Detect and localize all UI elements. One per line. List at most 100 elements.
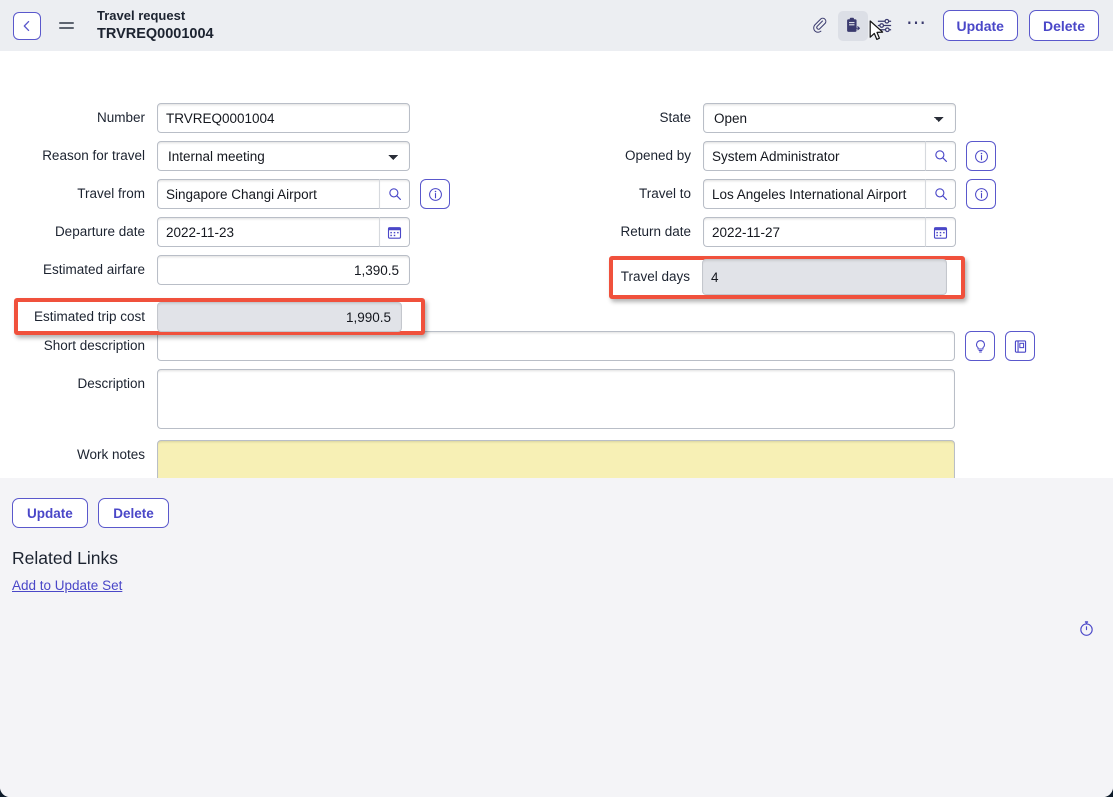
attachment-icon[interactable] xyxy=(806,11,836,41)
field-row-departure-date: Departure date xyxy=(0,217,410,247)
reason-for-travel-select[interactable]: Internal meeting xyxy=(157,141,410,171)
field-row-travel-days: Travel days xyxy=(614,259,947,295)
label-estimated-trip-cost: Estimated trip cost xyxy=(33,309,145,324)
label-travel-from: Travel from xyxy=(77,186,145,201)
travel-to-input[interactable] xyxy=(703,179,925,209)
lightbulb-glyph xyxy=(975,339,985,353)
magnifier-glyph xyxy=(934,188,947,200)
field-row-estimated-airfare: Estimated airfare xyxy=(0,255,410,285)
travel-to-group xyxy=(703,179,956,209)
control-travel-to xyxy=(703,179,996,209)
hamburger-icon[interactable] xyxy=(59,16,79,36)
control-estimated-trip-cost xyxy=(157,302,402,332)
search-icon[interactable] xyxy=(379,179,410,209)
hamburger-bar xyxy=(59,27,74,29)
field-row-estimated-trip-cost: Estimated trip cost xyxy=(18,302,402,332)
template-icon[interactable] xyxy=(837,10,868,41)
add-to-update-set-link[interactable]: Add to Update Set xyxy=(12,578,122,593)
more-options-glyph: ⋯ xyxy=(906,11,928,34)
estimated-airfare-input[interactable] xyxy=(157,255,410,285)
back-button[interactable] xyxy=(13,11,41,40)
info-circle-glyph xyxy=(974,187,988,201)
stopwatch-icon[interactable] xyxy=(1078,620,1095,642)
opened-by-input[interactable] xyxy=(703,141,925,171)
travel-from-input[interactable] xyxy=(157,179,379,209)
magnifier-glyph xyxy=(934,150,947,162)
opened-by-group xyxy=(703,141,956,171)
more-options-icon[interactable]: ⋯ xyxy=(902,11,932,41)
estimated-trip-cost-input xyxy=(157,302,402,332)
update-button-footer[interactable]: Update xyxy=(12,498,88,528)
search-icon[interactable] xyxy=(925,141,956,171)
form-header: Travel request TRVREQ0001004 ⋯ Update De… xyxy=(0,0,1113,51)
delete-button-header[interactable]: Delete xyxy=(1028,10,1099,41)
travel-from-group xyxy=(157,179,410,209)
clipboard-glyph xyxy=(847,17,860,32)
info-circle-glyph xyxy=(974,149,988,163)
update-button-header[interactable]: Update xyxy=(942,10,1018,41)
field-row-reason: Reason for travel Internal meeting xyxy=(0,141,410,171)
paperclip-glyph xyxy=(813,17,827,33)
label-state: State xyxy=(659,110,691,125)
header-toolbar: ⋯ Update Delete xyxy=(806,10,1099,41)
page-title-text: Travel request xyxy=(97,8,186,24)
calendar-glyph xyxy=(387,226,402,239)
page-title: Travel request TRVREQ0001004 xyxy=(97,8,806,42)
control-estimated-airfare xyxy=(157,255,410,285)
field-row-description: Description xyxy=(0,369,955,429)
form-footer: Update Delete Related Links Add to Updat… xyxy=(0,478,1113,797)
calendar-glyph xyxy=(933,226,948,239)
label-departure-date: Departure date xyxy=(54,224,145,239)
field-row-short-description: Short description xyxy=(0,331,1035,361)
info-icon-travel-to[interactable] xyxy=(966,179,996,209)
stopwatch-glyph xyxy=(1080,621,1093,636)
field-row-travel-from: Travel from xyxy=(0,179,450,209)
info-icon-travel-from[interactable] xyxy=(420,179,450,209)
short-description-input[interactable] xyxy=(157,331,955,361)
sliders-glyph xyxy=(877,18,892,33)
calendar-icon[interactable] xyxy=(379,217,410,247)
number-input[interactable] xyxy=(157,103,410,133)
suggestion-icon[interactable] xyxy=(965,331,995,361)
departure-date-group xyxy=(157,217,410,247)
field-row-opened-by: Opened by xyxy=(556,141,996,171)
control-short-description xyxy=(157,331,1035,361)
label-number: Number xyxy=(96,110,145,125)
label-travel-days: Travel days xyxy=(620,269,690,284)
return-date-input[interactable] xyxy=(703,217,925,247)
state-select[interactable]: Open xyxy=(703,103,956,133)
knowledge-icon[interactable] xyxy=(1005,331,1035,361)
departure-date-input[interactable] xyxy=(157,217,379,247)
chevron-left-icon xyxy=(23,20,30,31)
label-travel-to: Travel to xyxy=(638,186,691,201)
description-textarea[interactable] xyxy=(157,369,955,429)
label-opened-by: Opened by xyxy=(624,148,691,163)
return-date-group xyxy=(703,217,956,247)
delete-button-footer[interactable]: Delete xyxy=(98,498,169,528)
control-number xyxy=(157,103,410,133)
control-opened-by xyxy=(703,141,996,171)
travel-request-form: Number Reason for travel Internal meetin… xyxy=(0,51,1113,492)
control-description xyxy=(157,369,955,429)
control-return-date xyxy=(703,217,956,247)
hamburger-bar xyxy=(59,22,74,24)
travel-days-input xyxy=(702,259,947,295)
label-return-date: Return date xyxy=(620,224,691,239)
calendar-icon[interactable] xyxy=(925,217,956,247)
related-links-heading: Related Links xyxy=(12,548,119,568)
personalize-form-icon[interactable] xyxy=(870,11,900,41)
info-icon-opened-by[interactable] xyxy=(966,141,996,171)
field-row-number: Number xyxy=(0,103,410,133)
control-reason-for-travel: Internal meeting xyxy=(157,141,410,171)
label-description: Description xyxy=(77,376,145,391)
search-icon[interactable] xyxy=(925,179,956,209)
label-reason-for-travel: Reason for travel xyxy=(42,148,145,163)
field-row-state: State Open xyxy=(556,103,956,133)
control-departure-date xyxy=(157,217,410,247)
magnifier-glyph xyxy=(388,188,401,200)
control-state: Open xyxy=(703,103,956,133)
page-record-number: TRVREQ0001004 xyxy=(97,25,214,42)
browser-viewport: Travel request TRVREQ0001004 ⋯ Update De… xyxy=(0,0,1113,797)
field-row-travel-to: Travel to xyxy=(556,179,996,209)
control-travel-days xyxy=(702,259,947,295)
